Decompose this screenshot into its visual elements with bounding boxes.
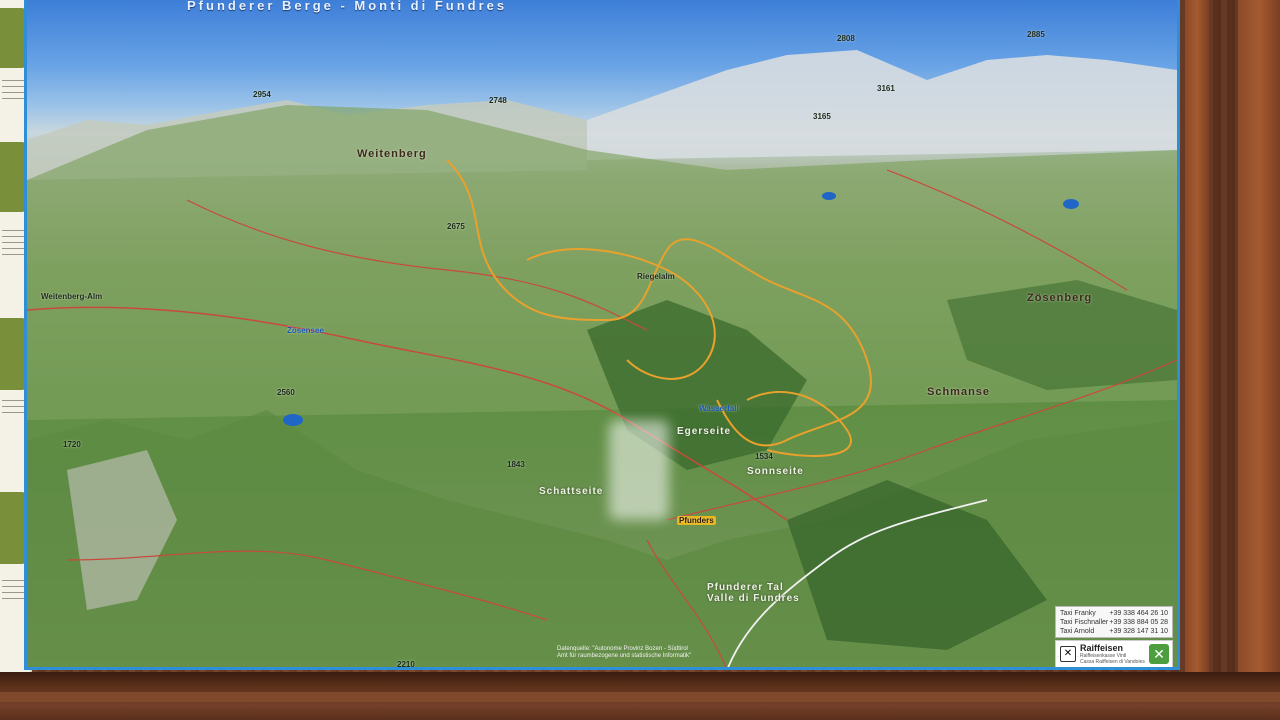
peak-height: 2560 (277, 388, 295, 397)
region-label: Sonnseite (747, 466, 804, 477)
text-line (2, 86, 26, 87)
sponsor-line: Cassa Raiffeisen di Vandoies (1080, 659, 1145, 665)
wooden-post-right (1238, 0, 1280, 700)
peak-height: 2808 (837, 34, 855, 43)
peak-height: 3165 (813, 112, 831, 121)
text-line (2, 592, 26, 593)
snow-ridge (587, 50, 1177, 160)
peak-height: 2748 (489, 96, 507, 105)
data-source-line: Amt für raumbezogene und statistische In… (557, 653, 692, 659)
info-tab (0, 8, 26, 68)
text-line (2, 400, 26, 401)
lake (822, 192, 836, 200)
peak-height: 2885 (1027, 30, 1045, 39)
peak-height: 2675 (447, 222, 465, 231)
text-line (2, 580, 26, 581)
text-line (2, 586, 26, 587)
peak-height: 1720 (63, 440, 81, 449)
sponsor-name: Raiffeisen (1080, 643, 1124, 653)
place-label: Wasserfall (699, 404, 739, 413)
glass-glare (609, 420, 669, 520)
region-label: Egerseite (677, 426, 732, 437)
region-label: Pfunderer Tal Valle di Fundres (707, 582, 800, 604)
taxi-phone: +39 338 464 26 10 (1109, 610, 1168, 617)
peak-height: 2954 (253, 90, 271, 99)
text-line (2, 230, 26, 231)
peak-height: 2210 (397, 660, 415, 669)
region-label: Schmanse (927, 386, 991, 398)
green-cross-icon: ✕ (1149, 644, 1169, 664)
place-label: Pfunders (677, 516, 716, 525)
valley-slope (27, 410, 1177, 667)
taxi-name: Taxi Arnold (1060, 628, 1095, 635)
text-line (2, 254, 26, 255)
info-tab (0, 492, 26, 564)
taxi-phone: +39 328 147 31 10 (1109, 628, 1168, 635)
text-line (2, 412, 26, 413)
taxi-phone: +39 338 884 05 28 (1109, 619, 1168, 626)
map-title: Pfunderer Berge - Monti di Fundres (187, 0, 508, 13)
text-line (2, 248, 26, 249)
sponsor-panel: ✕ Raiffeisen Raiffeisenkasse Vintl Cassa… (1055, 640, 1173, 667)
peak-height: 1843 (507, 460, 525, 469)
lake (283, 414, 303, 426)
taxi-row: Taxi Franky +39 338 464 26 10 (1060, 609, 1168, 618)
taxi-row: Taxi Fischnaller +39 338 884 05 28 (1060, 618, 1168, 627)
place-label: Zösensee (287, 326, 324, 335)
taxi-name: Taxi Fischnaller (1060, 619, 1109, 626)
panoramic-trail-map: Pfunderer Berge - Monti di Fundres Weite… (24, 0, 1180, 670)
region-label: Schattseite (539, 486, 604, 497)
text-line (2, 92, 26, 93)
frame-bottom-beam (0, 672, 1280, 720)
text-line (2, 98, 26, 99)
frame-ledge (0, 692, 1280, 702)
info-tab (0, 142, 26, 212)
taxi-name: Taxi Franky (1060, 610, 1096, 617)
peak-height: 1534 (755, 452, 773, 461)
sponsor-text: Raiffeisen Raiffeisenkasse Vintl Cassa R… (1080, 643, 1145, 665)
info-tab (0, 318, 26, 390)
text-line (2, 598, 26, 599)
taxi-row: Taxi Arnold +39 328 147 31 10 (1060, 627, 1168, 636)
place-label: Riegelalm (637, 272, 675, 281)
terrain-illustration (27, 50, 1177, 667)
text-line (2, 406, 26, 407)
text-line (2, 242, 26, 243)
taxi-contacts: Taxi Franky +39 338 464 26 10 Taxi Fisch… (1055, 606, 1173, 638)
data-source-note: Datenquelle: "Autonome Provinz Bozen - S… (557, 646, 691, 660)
peak-height: 3161 (877, 84, 895, 93)
data-source-line: Datenquelle: "Autonome Provinz Bozen - S… (557, 646, 688, 652)
wooden-post-left (1185, 0, 1209, 700)
region-label: Weitenberg (357, 148, 427, 160)
raiffeisen-logo-icon: ✕ (1060, 646, 1076, 662)
lake (1063, 199, 1079, 209)
text-line (2, 236, 26, 237)
text-line (2, 80, 26, 81)
place-label: Weitenberg-Alm (41, 292, 103, 301)
region-label: Zösenberg (1027, 292, 1093, 304)
